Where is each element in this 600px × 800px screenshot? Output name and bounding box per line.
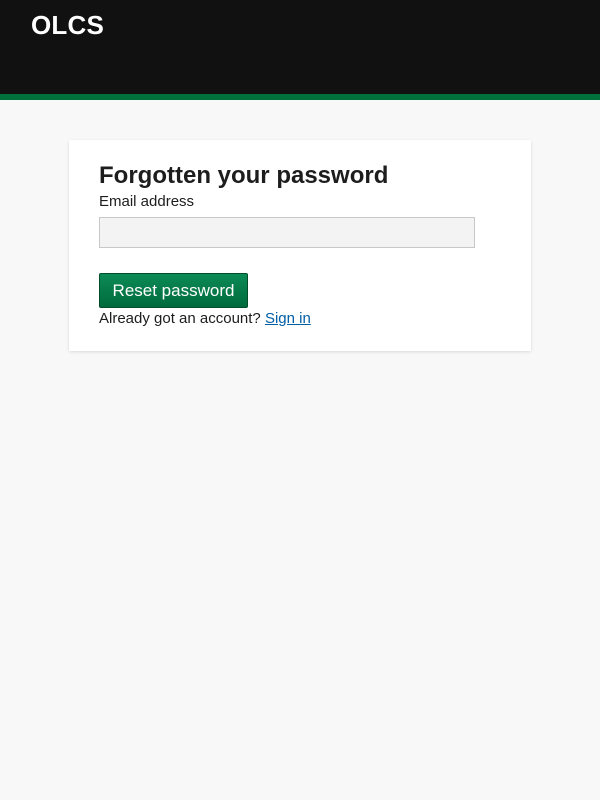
forgot-password-panel: Forgotten your password Email address Re…	[69, 140, 531, 351]
site-header: OLCS	[0, 0, 600, 100]
page-title: Forgotten your password	[99, 162, 389, 189]
sign-in-link[interactable]: Sign in	[265, 310, 311, 327]
brand-logo-link[interactable]: OLCS	[31, 10, 104, 40]
reset-password-button[interactable]: Reset password	[99, 273, 248, 308]
email-label: Email address	[99, 193, 195, 210]
account-prompt-text: Already got an account?	[99, 310, 261, 327]
email-field[interactable]	[99, 217, 475, 248]
signin-prompt: Already got an account? Sign in	[99, 310, 311, 328]
